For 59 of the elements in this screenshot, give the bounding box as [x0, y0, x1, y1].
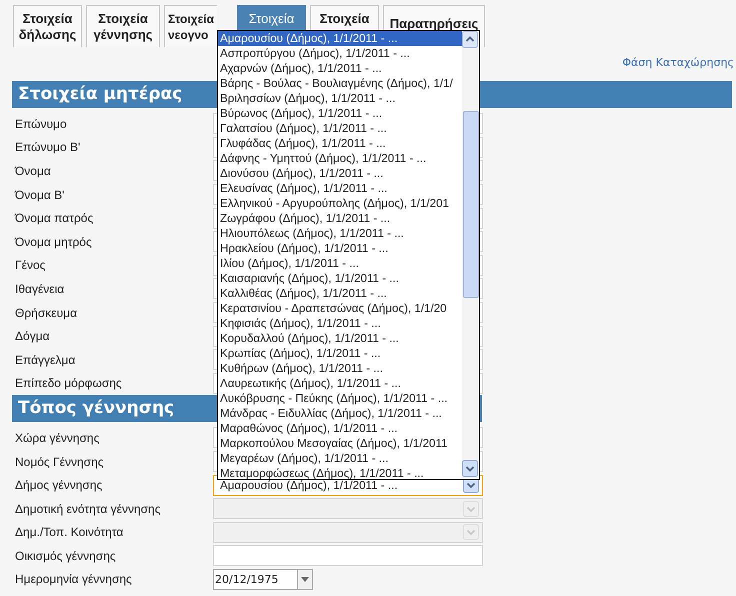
field-label: Επώνυμο Β': [14, 140, 82, 154]
dropdown-option[interactable]: Κηφισιάς (Δήμος), 1/1/2011 - ...: [218, 316, 462, 331]
field-label: Όνομα Β': [14, 188, 66, 202]
dropdown-option[interactable]: Αχαρνών (Δήμος), 1/1/2011 - ...: [218, 61, 462, 76]
dropdown-option[interactable]: Κυθήρων (Δήμος), 1/1/2011 - ...: [218, 361, 462, 376]
field-label: Ιθαγένεια: [14, 282, 66, 296]
dropdown-list[interactable]: [217, 30, 480, 480]
date-picker-button[interactable]: [297, 568, 313, 590]
text-field[interactable]: [213, 545, 483, 566]
dropdown-option[interactable]: Ελευσίνας (Δήμος), 1/1/2011 - ...: [218, 181, 462, 196]
field-label: Δημ./Τοπ. Κοινότητα: [14, 525, 124, 540]
field-label: Θρήσκευμα: [14, 306, 78, 320]
dropdown-option[interactable]: Ηρακλείου (Δήμος), 1/1/2011 - ...: [218, 241, 462, 256]
dropdown-option[interactable]: Ασπροπύργου (Δήμος), 1/1/2011 - ...: [218, 46, 462, 61]
field-label: Δήμος γέννησης: [14, 478, 104, 492]
dropdown-option[interactable]: Διονύσου (Δήμος), 1/1/2011 - ...: [218, 166, 462, 181]
field-label: Όνομα μητρός: [14, 234, 93, 249]
dropdown-option[interactable]: Κορυδαλλού (Δήμος), 1/1/2011 - ...: [218, 331, 462, 346]
caret-icon: [301, 576, 309, 582]
dropdown-option[interactable]: Κρωπίας (Δήμος), 1/1/2011 - ...: [218, 346, 462, 361]
dropdown-option[interactable]: Ιλίου (Δήμος), 1/1/2011 - ...: [218, 256, 462, 271]
tab[interactable]: Στοιχεία γέννησης: [86, 5, 160, 47]
dropdown-option[interactable]: Δάφνης - Υμηττού (Δήμος), 1/1/2011 - ...: [218, 151, 462, 166]
dropdown-option[interactable]: Γλυφάδας (Δήμος), 1/1/2011 - ...: [218, 136, 462, 151]
dropdown-option[interactable]: Γαλατσίου (Δήμος), 1/1/2011 - ...: [218, 121, 462, 136]
dropdown-option[interactable]: Αμαρουσίου (Δήμος), 1/1/2011 - ...: [218, 31, 462, 46]
dropdown-option[interactable]: Καισαριανής (Δήμος), 1/1/2011 - ...: [218, 271, 462, 286]
field-label: Όνομα: [14, 164, 52, 178]
field-label: Δόγμα: [14, 329, 51, 344]
dropdown-option[interactable]: Καλλιθέας (Δήμος), 1/1/2011 - ...: [218, 286, 462, 301]
dropdown-option[interactable]: Κερατσινίου - Δραπετσώνας (Δήμος), 1/1/20: [218, 301, 462, 316]
dropdown-option[interactable]: Ελληνικού - Αργυρούπολης (Δήμος), 1/1/201: [218, 196, 462, 211]
dropdown-option[interactable]: Μάνδρας - Ειδυλλίας (Δήμος), 1/1/2011 - ...: [218, 406, 462, 421]
date-field[interactable]: 20/12/1975: [213, 568, 297, 590]
field-label: Δημοτική ενότητα γέννησης: [14, 502, 162, 516]
dropdown-option[interactable]: Βριλησσίων (Δήμος), 1/1/2011 - ...: [218, 91, 462, 106]
dropdown-option[interactable]: Μαρκοπούλου Μεσογαίας (Δήμος), 1/1/2011: [218, 436, 462, 451]
field-label: Οικισμός γέννησης: [14, 548, 117, 563]
tab[interactable]: Στοιχεία νεογνο: [164, 5, 217, 47]
field-label: Όνομα πατρός: [14, 211, 94, 226]
field-label: Επάγγελμα: [14, 352, 76, 367]
field-label: Ημερομηνία γέννησης: [14, 572, 133, 586]
scroll-up-icon[interactable]: [462, 31, 478, 48]
field-label: Νομός Γέννησης: [14, 454, 105, 469]
tab[interactable]: Στοιχεία δήλωσης: [13, 5, 82, 47]
scrollbar[interactable]: [462, 31, 479, 479]
dropdown-option[interactable]: Μεγαρέων (Δήμος), 1/1/2011 - ...: [218, 451, 462, 466]
field-label: Επίπεδο μόρφωσης: [14, 376, 123, 390]
field-label: Επώνυμο: [14, 116, 68, 131]
scroll-thumb[interactable]: [463, 111, 479, 298]
dropdown-option[interactable]: Λαυρεωτικής (Δήμος), 1/1/2011 - ...: [218, 376, 462, 391]
phase-link[interactable]: Φάση Καταχώρησης: [622, 56, 734, 74]
dropdown-option[interactable]: Βύρωνος (Δήμος), 1/1/2011 - ...: [218, 106, 462, 121]
dropdown-option[interactable]: Ζωγράφου (Δήμος), 1/1/2011 - ...: [218, 211, 462, 226]
dropdown-option[interactable]: Μαραθώνος (Δήμος), 1/1/2011 - ...: [218, 421, 462, 436]
dropdown-option[interactable]: Ηλιουπόλεως (Δήμος), 1/1/2011 - ...: [218, 226, 462, 241]
field-label: Γένος: [14, 258, 46, 272]
field-label: Χώρα γέννησης: [14, 430, 100, 445]
scroll-down-icon[interactable]: [462, 460, 478, 477]
